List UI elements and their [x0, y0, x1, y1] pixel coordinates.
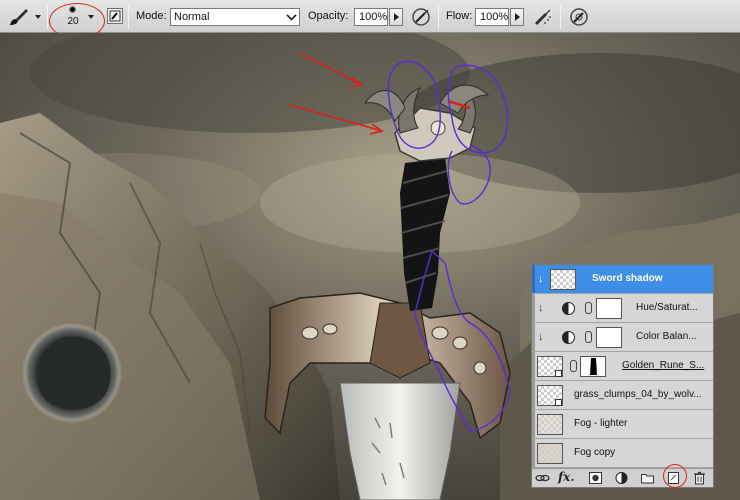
airbrush-icon[interactable]	[532, 6, 554, 28]
clipping-arrow-icon: ↓	[538, 302, 544, 314]
trash-icon[interactable]	[692, 471, 707, 485]
separator	[560, 5, 561, 29]
layer-name[interactable]: grass_clumps_04_by_wolv...	[574, 389, 710, 400]
separator	[438, 5, 439, 29]
visibility-toggle[interactable]	[532, 352, 535, 380]
layers-panel: ↓ Sword shadow ↓ Hue/Saturat... ↓ Color …	[531, 264, 714, 488]
opacity-value: 100%	[359, 11, 388, 23]
tool-preset-dropdown-icon[interactable]	[35, 15, 41, 19]
annotation-circle	[663, 464, 687, 488]
separator	[128, 5, 129, 29]
add-mask-icon[interactable]	[588, 471, 603, 485]
smart-object-badge-icon	[555, 399, 562, 406]
layer-row-grass-clumps[interactable]: grass_clumps_04_by_wolv...	[532, 381, 713, 410]
mode-label: Mode:	[136, 10, 167, 22]
layer-thumbnail	[537, 414, 563, 435]
flow-input[interactable]: 100%	[475, 8, 509, 26]
layer-row-hue-saturation[interactable]: ↓ Hue/Saturat...	[532, 294, 713, 323]
flow-slider-button[interactable]	[510, 8, 524, 26]
fx-icon[interactable]: fx.	[558, 470, 575, 484]
clipping-arrow-icon: ↓	[538, 331, 544, 343]
visibility-toggle[interactable]	[532, 265, 535, 293]
flow-value: 100%	[480, 11, 509, 23]
adjustment-layer-icon	[562, 302, 575, 315]
visibility-toggle[interactable]	[532, 323, 535, 351]
layer-row-fog-lighter[interactable]: Fog - lighter	[532, 410, 713, 439]
arrow-right-icon	[515, 13, 520, 21]
layer-row-golden-rune[interactable]: Golden_Rune_S...	[532, 352, 713, 381]
pressure-opacity-icon[interactable]	[410, 6, 432, 28]
layer-row-sword-shadow[interactable]: ↓ Sword shadow	[532, 265, 713, 294]
chevron-down-icon	[286, 14, 297, 21]
options-bar: 20 Mode: Normal Opacity: 100% Flow: 100%	[0, 0, 740, 39]
visibility-toggle[interactable]	[532, 410, 535, 438]
layer-name[interactable]: Color Balan...	[636, 331, 712, 342]
flow-label: Flow:	[446, 10, 473, 22]
visibility-toggle[interactable]	[532, 294, 535, 322]
layer-name[interactable]: Fog - lighter	[574, 418, 710, 429]
adjustment-layer-icon[interactable]	[614, 471, 629, 485]
brush-icon[interactable]	[8, 7, 30, 27]
arrow-right-icon	[394, 13, 399, 21]
brush-panel-icon	[109, 10, 121, 22]
layer-mask-thumbnail	[596, 298, 622, 319]
layer-mask-thumbnail	[596, 327, 622, 348]
smart-object-badge-icon	[555, 370, 562, 377]
mode-value: Normal	[174, 11, 210, 23]
chain-link-icon[interactable]	[585, 302, 592, 314]
opacity-label: Opacity:	[308, 10, 349, 22]
visibility-toggle[interactable]	[532, 381, 535, 409]
mask-shape-icon	[590, 358, 597, 375]
layer-name[interactable]: Golden_Rune_S...	[622, 360, 710, 371]
pressure-size-icon[interactable]	[568, 6, 590, 28]
layer-thumbnail	[537, 443, 563, 464]
layer-name[interactable]: Hue/Saturat...	[636, 302, 712, 313]
layer-row-color-balance[interactable]: ↓ Color Balan...	[532, 323, 713, 352]
visibility-toggle[interactable]	[532, 439, 535, 467]
clipping-arrow-icon: ↓	[538, 273, 544, 285]
mode-select[interactable]: Normal	[170, 8, 300, 26]
layer-name[interactable]: Sword shadow	[592, 273, 710, 284]
link-layers-icon[interactable]	[535, 471, 550, 485]
opacity-input[interactable]: 100%	[354, 8, 388, 26]
layer-row-fog-copy[interactable]: Fog copy	[532, 439, 713, 468]
chain-link-icon[interactable]	[585, 331, 592, 343]
new-group-icon[interactable]	[640, 471, 655, 485]
chain-link-icon[interactable]	[570, 360, 577, 372]
layer-thumbnail	[550, 269, 576, 290]
layer-mask-thumbnail	[580, 356, 606, 377]
brush-panel-toggle-button[interactable]	[107, 8, 123, 24]
adjustment-layer-icon	[562, 331, 575, 344]
layer-name[interactable]: Fog copy	[574, 447, 710, 458]
separator	[47, 5, 48, 29]
opacity-slider-button[interactable]	[389, 8, 403, 26]
